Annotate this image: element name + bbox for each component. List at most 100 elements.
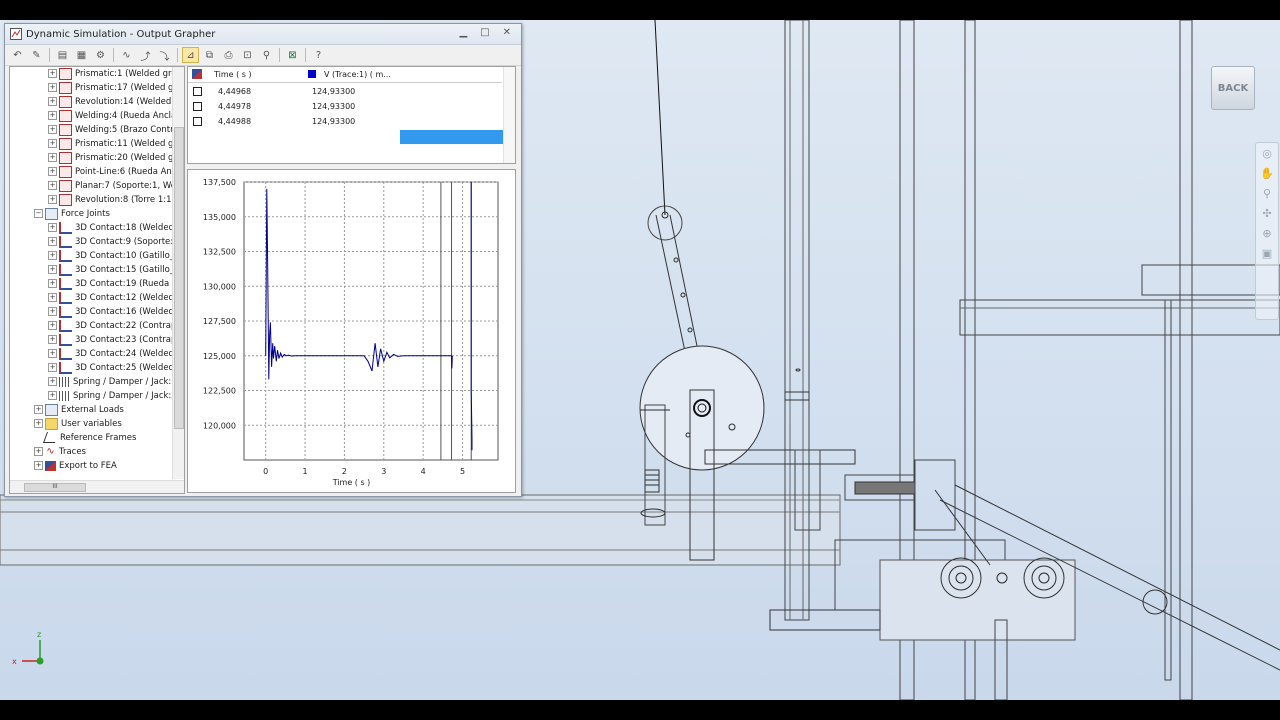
expand-icon[interactable]: + — [48, 391, 57, 400]
tree-item[interactable]: + Point-Line:6 (Rueda Ancl — [10, 165, 184, 179]
tree-horizontal-scrollbar[interactable]: III — [10, 480, 184, 493]
expand-icon[interactable]: + — [48, 139, 57, 148]
expand-icon[interactable]: + — [48, 97, 57, 106]
tree-item[interactable]: +3D Contact:16 (Welded g — [10, 305, 184, 319]
tree-item[interactable]: + Export to FEA — [10, 459, 184, 473]
expand-icon[interactable]: + — [34, 405, 43, 414]
tree-item[interactable]: + Welding:5 (Brazo Contra — [10, 123, 184, 137]
tree-item[interactable]: + Welding:4 (Rueda Anclaj — [10, 109, 184, 123]
tree-item[interactable]: + Prismatic:17 (Welded gro — [10, 81, 184, 95]
row-checkbox[interactable] — [193, 117, 202, 126]
expand-icon[interactable]: + — [48, 125, 57, 134]
expand-icon[interactable]: + — [48, 167, 57, 176]
tree-item[interactable]: + External Loads — [10, 403, 184, 417]
table-row[interactable]: 4,44978 124,93300 — [188, 100, 502, 114]
trace-values-table[interactable]: Time ( s ) V (Trace:1) ( m... 4,44968 12… — [187, 66, 516, 164]
tree-item[interactable]: + Planar:7 (Soporte:1, Wel — [10, 179, 184, 193]
tree-item[interactable]: +3D Contact:9 (Soporte:1 — [10, 235, 184, 249]
expand-icon[interactable]: + — [48, 237, 57, 246]
tree-item[interactable]: + User variables — [10, 417, 184, 431]
help-icon[interactable]: ? — [310, 47, 327, 63]
maximize-icon[interactable]: □ — [480, 27, 489, 38]
line-chart[interactable]: 137,500 135,000 132,500 130,000 127,500 125,0… — [188, 170, 515, 476]
tree-item[interactable]: + Prismatic:20 (Welded gro — [10, 151, 184, 165]
expand-icon[interactable]: + — [48, 307, 57, 316]
row-checkbox[interactable] — [193, 87, 202, 96]
view-cube-icon[interactable]: ▣ — [1256, 243, 1278, 263]
table-vertical-scrollbar[interactable] — [503, 67, 515, 163]
output-grapher-window[interactable]: Dynamic Simulation - Output Grapher ▁ □ … — [4, 23, 522, 497]
tree-vertical-scrollbar[interactable] — [172, 67, 184, 479]
curve-icon[interactable]: ∿ — [118, 47, 135, 63]
step-up-icon[interactable]: ⤴ — [137, 47, 154, 63]
simulation-tree[interactable]: + Prismatic:1 (Welded grou + Prismatic:17 (… — [9, 66, 185, 494]
tree-item[interactable]: + Prismatic:11 (Welded gro — [10, 137, 184, 151]
table-row[interactable]: 4,44968 124,93300 — [188, 85, 502, 99]
tree-item[interactable]: + Spring / Damper / Jack:1 — [10, 375, 184, 389]
output-graph[interactable]: 137,500 135,000 132,500 130,000 127,500 125,0… — [187, 169, 516, 493]
row-checkbox[interactable] — [193, 102, 202, 111]
copy-icon[interactable]: ⧉ — [201, 47, 218, 63]
expand-icon[interactable]: + — [48, 321, 57, 330]
expand-icon[interactable]: + — [48, 293, 57, 302]
tree-item[interactable]: +3D Contact:23 (Contrape — [10, 333, 184, 347]
expand-icon[interactable]: + — [34, 461, 43, 470]
pan-icon[interactable]: ✋ — [1256, 163, 1278, 183]
tree-item[interactable]: +3D Contact:15 (Gatillo_A — [10, 263, 184, 277]
undo-icon[interactable]: ↶ — [9, 47, 26, 63]
tree-item[interactable]: − Force Joints — [10, 207, 184, 221]
expand-icon[interactable]: + — [48, 153, 57, 162]
erase-icon[interactable]: ✎ — [28, 47, 45, 63]
expand-icon[interactable]: + — [34, 447, 43, 456]
scroll-thumb[interactable]: III — [24, 483, 86, 492]
expand-icon[interactable]: + — [48, 83, 57, 92]
settings-icon[interactable]: ⚙ — [92, 47, 109, 63]
tree-item[interactable]: +3D Contact:25 (Welded g — [10, 361, 184, 375]
plot-area[interactable] — [243, 181, 499, 461]
zoom-icon[interactable]: ⚲ — [1256, 183, 1278, 203]
column-value-header[interactable]: V (Trace:1) ( m... — [324, 70, 391, 79]
expand-icon[interactable]: + — [48, 195, 57, 204]
tree-item[interactable]: + Prismatic:1 (Welded grou — [10, 67, 184, 81]
expand-icon[interactable]: + — [48, 181, 57, 190]
tree-item[interactable]: +3D Contact:18 (Welded g — [10, 221, 184, 235]
expand-icon[interactable]: + — [48, 251, 57, 260]
look-icon[interactable]: ⊕ — [1256, 223, 1278, 243]
filter-icon[interactable]: ⊿ — [182, 47, 199, 63]
tree-item[interactable]: + Revolution:8 (Torre 1:1, — [10, 193, 184, 207]
expand-icon[interactable]: − — [34, 209, 43, 218]
tree-item[interactable]: + ∿ Traces — [10, 445, 184, 459]
expand-icon[interactable]: + — [48, 335, 57, 344]
open-icon[interactable]: ▤ — [54, 47, 71, 63]
zoom-icon[interactable]: ⚲ — [258, 47, 275, 63]
expand-icon[interactable]: + — [48, 265, 57, 274]
back-button[interactable]: BACK — [1211, 66, 1255, 110]
steering-wheel-icon[interactable]: ◎ — [1256, 143, 1278, 163]
tree-item[interactable]: + Revolution:14 (Welded g — [10, 95, 184, 109]
expand-icon[interactable]: + — [48, 69, 57, 78]
close-icon[interactable]: ✕ — [503, 27, 511, 38]
expand-icon[interactable]: + — [48, 377, 57, 386]
tree-item[interactable]: +3D Contact:22 (Contrape — [10, 319, 184, 333]
tree-item[interactable]: +3D Contact:19 (Rueda An — [10, 277, 184, 291]
step-down-icon[interactable]: ⤵ — [156, 47, 173, 63]
tree-item[interactable]: +3D Contact:10 (Gatillo_A — [10, 249, 184, 263]
tree-item[interactable]: +3D Contact:12 (Welded g — [10, 291, 184, 305]
save-icon[interactable]: ▦ — [73, 47, 90, 63]
orbit-icon[interactable]: ✣ — [1256, 203, 1278, 223]
expand-icon[interactable]: + — [48, 349, 57, 358]
expand-icon[interactable]: + — [34, 419, 43, 428]
tree-item[interactable]: + Spring / Damper / Jack:2 — [10, 389, 184, 403]
column-time-header[interactable]: Time ( s ) — [214, 70, 252, 79]
expand-icon[interactable]: + — [48, 279, 57, 288]
fit-icon[interactable]: ⊡ — [239, 47, 256, 63]
tree-item[interactable]: +3D Contact:24 (Welded g — [10, 347, 184, 361]
excel-export-icon[interactable]: ⊠ — [284, 47, 301, 63]
minimize-icon[interactable]: ▁ — [459, 27, 467, 38]
expand-icon[interactable]: + — [48, 363, 57, 372]
navigation-bar[interactable]: ◎ ✋ ⚲ ✣ ⊕ ▣ — [1255, 142, 1279, 320]
table-row[interactable]: 4,44988 124,93300 — [188, 115, 502, 129]
tree-item[interactable]: +Reference Frames — [10, 431, 184, 445]
print-icon[interactable]: ⎙ — [220, 47, 237, 63]
expand-icon[interactable]: + — [48, 111, 57, 120]
